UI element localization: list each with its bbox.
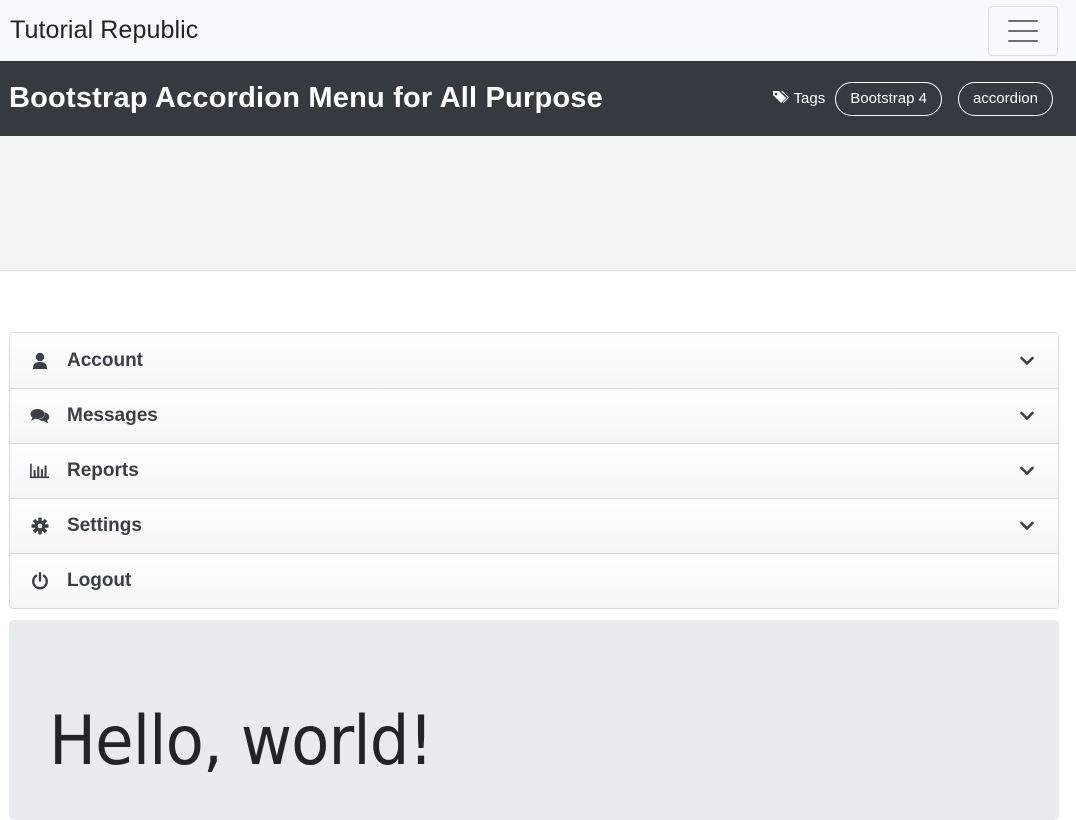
ad-banner-area <box>0 136 1076 271</box>
accordion-label: Messages <box>67 405 158 426</box>
hamburger-line <box>1008 29 1038 32</box>
accordion-item-reports[interactable]: Reports <box>10 443 1058 498</box>
hamburger-line <box>1008 39 1038 42</box>
accordion-item-logout[interactable]: Logout <box>10 553 1058 608</box>
tags-label: Tags <box>772 89 826 109</box>
jumbotron: Hello, world! <box>9 620 1059 820</box>
chevron-down-icon[interactable] <box>1018 462 1036 480</box>
accordion-label: Settings <box>67 515 142 536</box>
tags-icon <box>772 89 790 109</box>
accordion-label: Account <box>67 349 143 371</box>
comments-icon <box>30 406 50 426</box>
accordion-label: Logout <box>67 570 132 591</box>
hamburger-line <box>1008 19 1038 22</box>
accordion-item-messages[interactable]: Messages <box>10 388 1058 443</box>
page-title: Bootstrap Accordion Menu for All Purpose <box>9 82 603 114</box>
accordion-item-settings[interactable]: Settings <box>10 498 1058 553</box>
tags-label-text: Tags <box>793 90 826 107</box>
page-header: Bootstrap Accordion Menu for All Purpose… <box>0 61 1076 136</box>
chevron-down-icon[interactable] <box>1018 352 1036 370</box>
gear-icon <box>30 516 50 536</box>
bar-chart-icon <box>30 461 50 481</box>
accordion-item-account[interactable]: Account <box>10 333 1058 388</box>
accordion-menu: Account Messages Reports Settings Logout <box>9 332 1059 609</box>
tags-group: Tags Bootstrap 4 accordion <box>772 81 1053 116</box>
site-brand[interactable]: Tutorial Republic <box>10 16 198 45</box>
chevron-down-icon[interactable] <box>1018 407 1036 425</box>
tag-accordion[interactable]: accordion <box>957 81 1053 116</box>
tag-bootstrap-4[interactable]: Bootstrap 4 <box>835 81 942 116</box>
power-icon <box>30 571 50 591</box>
navbar-toggler-button[interactable] <box>988 5 1058 56</box>
user-icon <box>30 351 50 371</box>
jumbotron-title: Hello, world! <box>49 702 434 781</box>
accordion-label: Reports <box>67 460 139 481</box>
top-navbar: Tutorial Republic <box>0 0 1076 61</box>
chevron-down-icon[interactable] <box>1018 517 1036 535</box>
